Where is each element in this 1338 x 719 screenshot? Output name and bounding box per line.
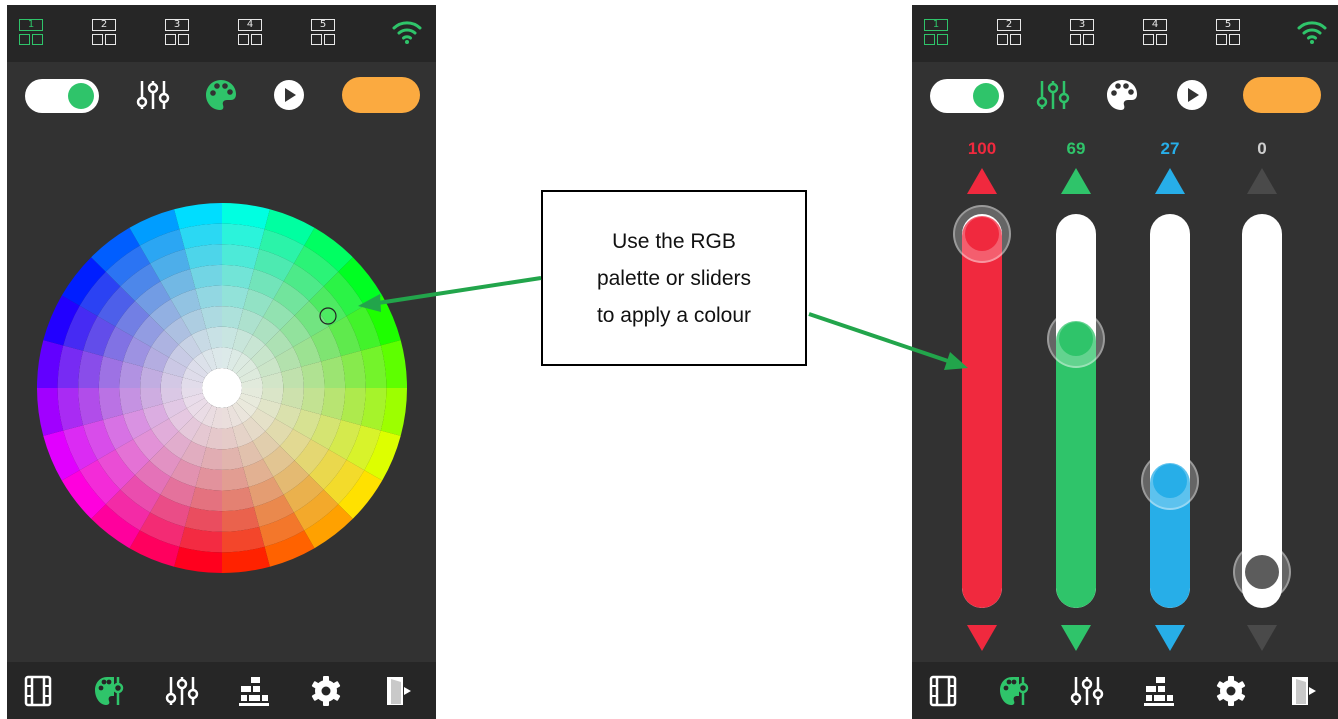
exit-icon[interactable] (1286, 674, 1320, 708)
wheel-segment (222, 264, 254, 289)
wheel-segment (222, 487, 254, 512)
zone-label: 3 (165, 19, 189, 31)
white-value-label: 0 (1257, 139, 1267, 158)
wifi-icon (392, 21, 422, 44)
right-screen: 1 2 3 4 5 100 69 27 0 (912, 5, 1338, 719)
callout-box: Use the RGB palette or sliders to apply … (541, 190, 807, 366)
blue-value-label: 27 (1160, 139, 1180, 158)
green-value-label: 69 (1066, 139, 1086, 158)
red-slider-fill (962, 216, 1002, 608)
white-decrease-button[interactable] (1247, 625, 1277, 651)
white-increase-button[interactable] (1247, 168, 1277, 194)
blue-increase-button[interactable] (1155, 168, 1185, 194)
bottom-nav (912, 662, 1338, 719)
palette-icon[interactable] (1105, 78, 1139, 112)
red-slider-handle[interactable] (953, 205, 1011, 263)
zone-3-button[interactable]: 3 (1070, 19, 1096, 47)
blue-slider-track[interactable] (1150, 214, 1190, 608)
wheel-selector[interactable] (318, 306, 338, 326)
wheel-segment (98, 388, 123, 420)
sliders-icon[interactable] (165, 674, 199, 708)
toolbar (912, 62, 1338, 128)
gear-icon[interactable] (309, 674, 343, 708)
red-slider-track[interactable] (962, 214, 1002, 608)
callout-text: Use the RGB palette or sliders to apply … (596, 229, 752, 327)
play-icon[interactable] (272, 78, 306, 112)
left-screen: 1 2 3 4 5 (7, 5, 436, 719)
sliders-icon[interactable] (1070, 674, 1104, 708)
blue-decrease-button[interactable] (1155, 625, 1185, 651)
sliders-icon[interactable] (136, 78, 170, 112)
wheel-segment (321, 356, 346, 388)
blue-slider-handle[interactable] (1141, 451, 1199, 510)
wheel-segment (98, 356, 123, 388)
zone-1-button[interactable]: 1 (19, 19, 45, 47)
bottom-nav (7, 662, 436, 719)
green-decrease-button[interactable] (1061, 625, 1091, 651)
wheel-segment (190, 487, 222, 512)
green-slider-handle[interactable] (1047, 309, 1105, 368)
green-slider-track[interactable] (1056, 214, 1096, 608)
zone-label: 5 (311, 19, 335, 31)
wheel-center (202, 368, 242, 408)
bricks-icon[interactable] (237, 674, 271, 708)
zone-bar: 1 2 3 4 5 (7, 5, 436, 62)
zone-3-button[interactable]: 3 (165, 19, 191, 47)
color-wheel[interactable] (37, 203, 407, 573)
zone-bar: 1 2 3 4 5 (912, 5, 1338, 62)
zone-4-button[interactable]: 4 (238, 19, 264, 47)
zone-5-button[interactable]: 5 (311, 19, 337, 47)
wheel-segment (321, 388, 346, 420)
zone-label: 3 (1070, 19, 1094, 31)
film-icon[interactable] (926, 674, 960, 708)
red-decrease-button[interactable] (967, 625, 997, 651)
green-increase-button[interactable] (1061, 168, 1091, 194)
zone-4-button[interactable]: 4 (1143, 19, 1169, 47)
palette-sliders-icon[interactable] (998, 674, 1032, 708)
color-preview-pill[interactable] (342, 77, 420, 113)
sliders-icon[interactable] (1036, 78, 1070, 112)
zone-label: 5 (1216, 19, 1240, 31)
gear-icon[interactable] (1214, 674, 1248, 708)
toolbar (7, 62, 436, 128)
zone-label: 2 (997, 19, 1021, 31)
film-icon[interactable] (21, 674, 55, 708)
zone-label: 4 (1143, 19, 1167, 31)
red-increase-button[interactable] (967, 168, 997, 194)
power-toggle[interactable] (930, 79, 1004, 113)
zone-2-button[interactable]: 2 (997, 19, 1023, 47)
zone-label: 1 (19, 19, 43, 31)
zone-5-button[interactable]: 5 (1216, 19, 1242, 47)
zone-label: 1 (924, 19, 948, 31)
zone-label: 4 (238, 19, 262, 31)
zone-2-button[interactable]: 2 (92, 19, 118, 47)
wifi-icon (1297, 21, 1327, 44)
play-icon[interactable] (1175, 78, 1209, 112)
palette-sliders-icon[interactable] (93, 674, 127, 708)
red-value-label: 100 (967, 139, 997, 158)
exit-icon[interactable] (381, 674, 415, 708)
white-slider-handle[interactable] (1233, 543, 1291, 601)
bricks-icon[interactable] (1142, 674, 1176, 708)
power-toggle[interactable] (25, 79, 99, 113)
palette-icon[interactable] (204, 78, 238, 112)
wheel-segment (190, 264, 222, 289)
zone-1-button[interactable]: 1 (924, 19, 950, 47)
zone-label: 2 (92, 19, 116, 31)
color-preview-pill[interactable] (1243, 77, 1321, 113)
